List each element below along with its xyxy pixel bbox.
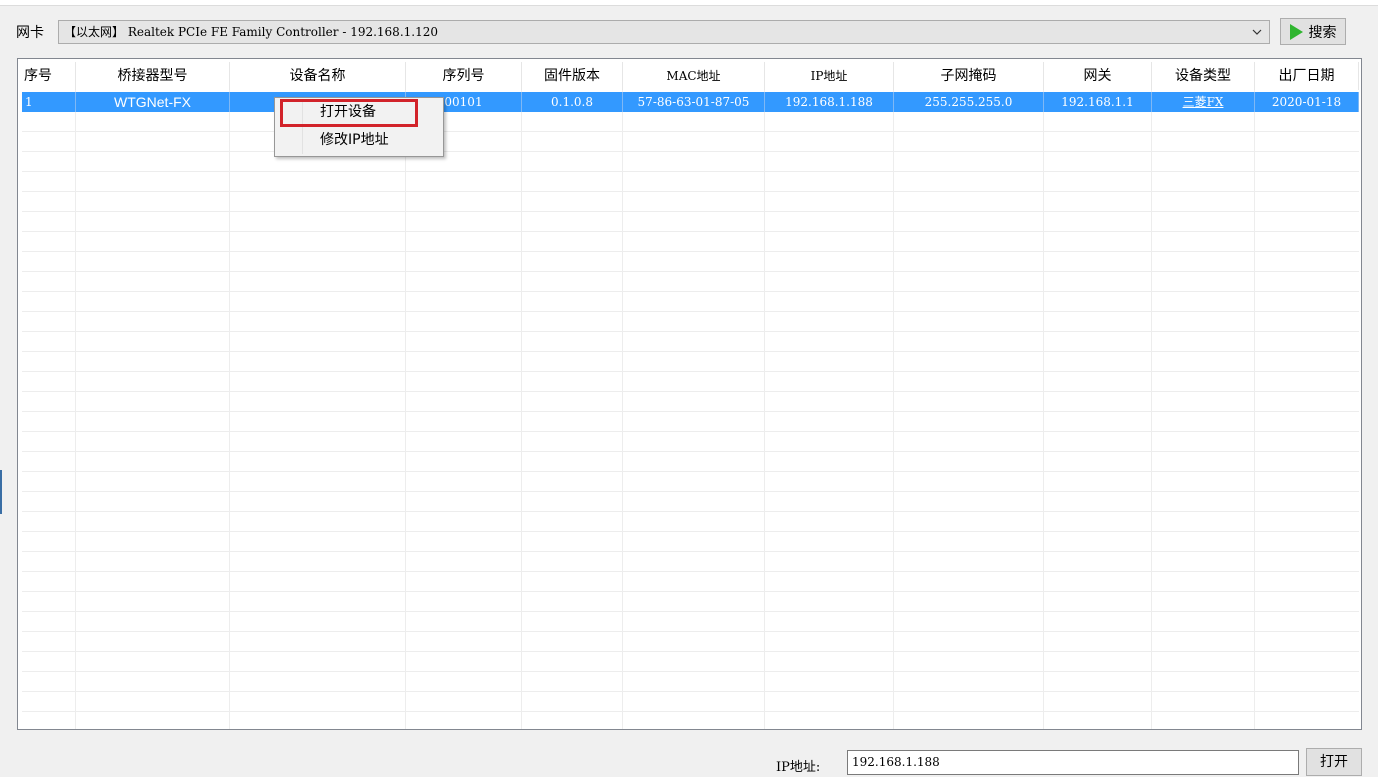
column-header-gateway[interactable]: 网关 bbox=[1044, 62, 1152, 90]
cell-ip: 192.168.1.188 bbox=[765, 92, 894, 112]
nic-select[interactable]: 【以太网】 Realtek PCIe FE Family Controller … bbox=[58, 20, 1270, 44]
empty-grid-rows bbox=[22, 112, 1359, 729]
app-window: 网卡 【以太网】 Realtek PCIe FE Family Controll… bbox=[0, 0, 1378, 777]
cell-device-type: 三菱FX bbox=[1152, 92, 1255, 112]
cell-index: 1 bbox=[22, 92, 76, 112]
chevron-down-icon bbox=[1252, 29, 1262, 35]
nic-label: 网卡 bbox=[16, 25, 44, 41]
table-row[interactable]: 1 WTGNet-FX 00101 0.1.0.8 57-86-63-01-87… bbox=[22, 92, 1359, 112]
cell-bridge-model: WTGNet-FX bbox=[76, 92, 230, 112]
device-grid[interactable]: 序号 桥接器型号 设备名称 序列号 固件版本 MAC地址 IP地址 子网掩码 网… bbox=[17, 58, 1362, 730]
modify-ip-label: 修改IP地址 bbox=[320, 132, 389, 148]
window-top-edge bbox=[0, 0, 1378, 6]
search-button[interactable]: 搜索 bbox=[1280, 18, 1346, 45]
annotation-highlight-box bbox=[280, 99, 418, 127]
column-header-bridge-model[interactable]: 桥接器型号 bbox=[76, 62, 230, 90]
cell-subnet: 255.255.255.0 bbox=[894, 92, 1044, 112]
open-button[interactable]: 打开 bbox=[1306, 748, 1362, 776]
column-header-mac[interactable]: MAC地址 bbox=[623, 62, 765, 90]
column-header-ip[interactable]: IP地址 bbox=[765, 62, 894, 90]
ip-address-input[interactable]: 192.168.1.188 bbox=[847, 750, 1299, 775]
column-header-firmware[interactable]: 固件版本 bbox=[522, 62, 623, 90]
play-icon bbox=[1289, 23, 1303, 40]
column-header-subnet[interactable]: 子网掩码 bbox=[894, 62, 1044, 90]
column-header-serial[interactable]: 序列号 bbox=[406, 62, 522, 90]
nic-selected-value: 【以太网】 Realtek PCIe FE Family Controller … bbox=[64, 25, 438, 39]
column-header-device-name[interactable]: 设备名称 bbox=[230, 62, 406, 90]
grid-header: 序号 桥接器型号 设备名称 序列号 固件版本 MAC地址 IP地址 子网掩码 网… bbox=[22, 62, 1359, 90]
cell-mac: 57-86-63-01-87-05 bbox=[623, 92, 765, 112]
column-header-factory-date[interactable]: 出厂日期 bbox=[1255, 62, 1359, 90]
cell-gateway: 192.168.1.1 bbox=[1044, 92, 1152, 112]
column-header-index[interactable]: 序号 bbox=[22, 62, 76, 90]
cell-device-type-text: 三菱FX bbox=[1182, 95, 1224, 109]
cell-firmware: 0.1.0.8 bbox=[522, 92, 623, 112]
search-button-label: 搜索 bbox=[1308, 24, 1337, 41]
column-header-device-type[interactable]: 设备类型 bbox=[1152, 62, 1255, 90]
window-edge-mark bbox=[0, 470, 2, 514]
ip-address-label: IP地址: bbox=[776, 760, 821, 775]
context-menu-modify-ip[interactable]: 修改IP地址 bbox=[277, 129, 441, 151]
cell-factory-date: 2020-01-18 bbox=[1255, 92, 1359, 112]
